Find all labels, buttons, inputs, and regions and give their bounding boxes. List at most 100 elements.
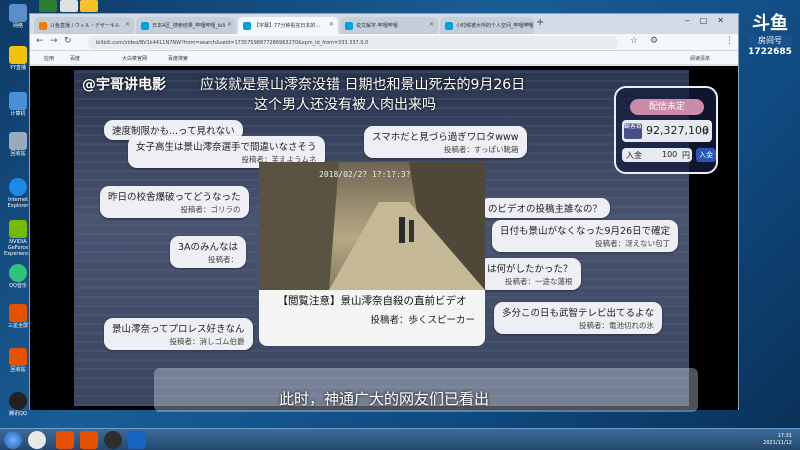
reading-list[interactable]: 阅读清单	[690, 55, 710, 62]
bookmark-dabaicai[interactable]: 大白菜官网	[122, 55, 147, 62]
deposit-unit: 円	[682, 151, 690, 160]
qq-icon	[9, 392, 27, 410]
comment-bubble: 3Aのみんなは 投稿者：	[170, 236, 247, 268]
browser-tab[interactable]: 说文解字-哔哩哔哩 ✕	[340, 17, 438, 34]
bookmark-apps[interactable]: 应用	[44, 55, 54, 62]
back-icon[interactable]: ←	[36, 36, 44, 46]
comment-bubble: は何がしたかった？ 投稿者：一途な蓮根	[479, 258, 581, 290]
chrome-icon[interactable]	[28, 431, 46, 449]
bookmark-baidu-search[interactable]: 百度搜索	[168, 55, 188, 62]
comment-author: 投稿者：ゴリラの	[180, 205, 241, 214]
favicon	[445, 22, 453, 30]
deposit-button: 入金	[696, 148, 716, 162]
window-controls[interactable]: ‒□✕	[685, 16, 734, 25]
close-icon[interactable]: ✕	[329, 21, 334, 28]
comment-text: スマホだと見づら過ぎワロタwww	[372, 132, 519, 143]
stream-panel: 配信未定 観客数 92,327,100 件 入金 100 円 入金	[614, 86, 718, 174]
watermark: @宇哥讲电影	[82, 77, 166, 93]
comment-text: のビデオの投稿主誰なの？	[488, 204, 603, 215]
tab-label: 日本A区_搜索结果_哔哩哔哩_bili	[152, 23, 226, 29]
app-icon[interactable]	[56, 431, 74, 449]
douyu-logo: 斗鱼	[752, 13, 788, 34]
extensions-icon[interactable]: ⚙	[650, 36, 658, 46]
comment-author: 投稿者：電池切れの氷	[579, 321, 655, 330]
system-tray: 17:31 2021/11/12	[763, 433, 792, 447]
close-icon[interactable]: ✕	[125, 21, 130, 28]
favicon	[243, 22, 251, 30]
stream-status: 配信未定	[630, 99, 704, 115]
comment-author: 投稿者：一途な蓮根	[505, 277, 573, 286]
room-id: 1722685	[748, 47, 792, 57]
favicon	[345, 22, 353, 30]
screen-icon	[9, 304, 27, 322]
forward-icon[interactable]: →	[50, 36, 58, 46]
new-tab-button[interactable]: +	[536, 17, 544, 28]
douyu-overlay: 斗鱼 房间号 1722685	[742, 14, 798, 64]
app-icon[interactable]	[60, 0, 78, 12]
desktop-icon-label: Internet Explorer	[7, 197, 29, 209]
browser-tab[interactable]: 斗鱼直播 / ウィル・デザーキル ✕	[34, 17, 134, 34]
desktop-icon-label: 回收站	[10, 151, 26, 157]
close-icon[interactable]: ✕	[429, 21, 434, 28]
nvidia-icon	[9, 220, 27, 238]
app-icon[interactable]	[128, 431, 146, 449]
desktop-icon-label: NVIDIA GeForce Experience	[4, 239, 32, 257]
desktop-icon-label: 三星全屏	[7, 323, 28, 329]
browser-tab-active[interactable]: 【字幕】77分钟看完日本的... ✕	[238, 17, 338, 34]
viewer-count-unit: 件	[702, 128, 709, 136]
bookmark-baidu[interactable]: 百度	[70, 55, 80, 62]
menu-icon[interactable]: ⋮	[725, 36, 734, 46]
comment-author: 投稿者：すっぱい靴箱	[443, 145, 519, 154]
computer-icon	[9, 92, 27, 110]
deposit-box: 入金 100 円	[622, 148, 692, 162]
security-camera-image: 2018/02/2? 1?:1?:3?	[259, 162, 485, 290]
url-field[interactable]: bilibili.com/video/BV1k4411N7NW?from=sea…	[88, 36, 618, 49]
favicon	[39, 22, 47, 30]
comment-text: 多分この日も武智テレビ出てるよな	[502, 308, 655, 319]
comment-author: 投稿者：	[208, 255, 239, 264]
close-icon[interactable]: ✕	[525, 21, 530, 28]
app-icon[interactable]	[104, 431, 122, 449]
bookmarks-bar: 应用 百度 大白菜官网 百度搜索 阅读清单	[30, 51, 738, 65]
clip-caption: 【閲覧注意】景山澪奈自殺の直前ビデオ	[277, 295, 467, 307]
close-icon[interactable]: ✕	[227, 21, 232, 28]
app-icon[interactable]	[80, 0, 98, 12]
clock-time: 17:31	[777, 433, 792, 439]
clip-timestamp: 2018/02/2? 1?:1?:3?	[319, 170, 411, 179]
ie-icon	[9, 178, 27, 196]
viewer-count: 92,327,100	[646, 124, 709, 137]
yy-icon	[9, 46, 27, 64]
network-icon	[9, 4, 27, 22]
url-text: bilibili.com/video/BV1k4411N7NW?from=sea…	[96, 40, 369, 46]
comment-text: 昨日の校舎爆破ってどうなった	[108, 192, 241, 203]
browser-tab[interactable]: 日本A区_搜索结果_哔哩哔哩_bili ✕	[136, 17, 236, 34]
tab-label: 说文解字-哔哩哔哩	[356, 23, 398, 29]
address-bar-row: ← → ↻ bilibili.com/video/BV1k4411N7NW?fr…	[30, 34, 738, 51]
star-icon[interactable]: ☆	[630, 36, 638, 46]
video-headline-2: 这个男人还没有被人肉出来吗	[254, 97, 436, 113]
browser-tab[interactable]: 小时候被大呼的个人空间_哔哩哔哩 ✕	[440, 17, 534, 34]
desktop-icon-label: QQ音乐	[9, 283, 27, 289]
video-subtitle: 此时，神通广大的网友们已看出	[278, 390, 489, 408]
deposit-value: 100	[662, 150, 678, 159]
comment-text: 3Aのみんなは	[178, 242, 239, 253]
viewer-count-box: 観客数 92,327,100 件	[622, 120, 712, 142]
comment-bubble: スマホだと見づら過ぎワロタwww 投稿者：すっぱい靴箱	[364, 126, 527, 158]
comment-bubble: のビデオの投稿主誰なの？	[480, 198, 611, 218]
video-clip-card: 2018/02/2? 1?:1?:3? 【閲覧注意】景山澪奈自殺の直前ビデオ 投…	[259, 162, 485, 346]
desktop: 网络 YY直播 计算机 回收站 Internet Explorer NVIDIA…	[0, 0, 800, 450]
app-icon[interactable]	[39, 0, 57, 12]
reload-icon[interactable]: ↻	[64, 36, 72, 46]
clock-date: 2021/11/12	[763, 440, 792, 446]
room-label: 房间号	[748, 35, 792, 46]
comment-text: は何がしたかった？	[487, 264, 573, 275]
app-icon[interactable]	[80, 431, 98, 449]
comment-text: 景山澪奈ってプロレス好きなん	[112, 324, 245, 335]
tab-label: 小时候被大呼的个人空间_哔哩哔哩	[456, 23, 534, 29]
favicon	[141, 22, 149, 30]
video-headline-1: 应该就是景山澪奈没错 日期也和景山死去的9月26日	[200, 77, 526, 93]
comment-bubble: 多分この日も武智テレビ出てるよな 投稿者：電池切れの氷	[494, 302, 663, 334]
qq-music-icon	[9, 264, 27, 282]
video-player[interactable]: @宇哥讲电影 应该就是景山澪奈没错 日期也和景山死去的9月26日 这个男人还没有…	[30, 66, 738, 412]
start-button[interactable]	[4, 431, 22, 449]
